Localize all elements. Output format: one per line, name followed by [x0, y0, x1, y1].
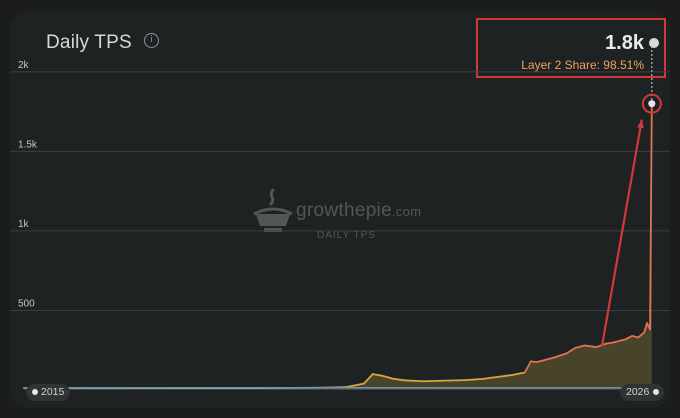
annotation-arrow-head — [636, 119, 644, 129]
layer2-line-segment — [440, 379, 467, 382]
x-range-start[interactable]: 2015 — [26, 384, 71, 401]
y-tick-label: 500 — [18, 298, 35, 309]
y-tick-label: 1.5k — [18, 139, 38, 150]
range-end-handle[interactable] — [653, 389, 660, 395]
latest-point-marker — [648, 100, 656, 108]
layer2-area-fill — [24, 103, 652, 390]
range-start-handle[interactable] — [32, 389, 38, 395]
annotation-arrow-line — [600, 119, 643, 347]
y-tick-label: 1k — [18, 219, 30, 230]
chart-plot: 500 1k 1.5k 2k — [10, 46, 670, 390]
layer2-line-segment — [529, 360, 538, 364]
x-range-end[interactable]: 2026 — [620, 384, 665, 401]
layer2-line-segment — [404, 379, 425, 383]
chart-card: Daily TPS i 1.8k Layer 2 Share: 98.51% g… — [10, 12, 670, 408]
y-tick-label: 2k — [18, 60, 30, 71]
layer2-line-segment — [464, 377, 484, 382]
